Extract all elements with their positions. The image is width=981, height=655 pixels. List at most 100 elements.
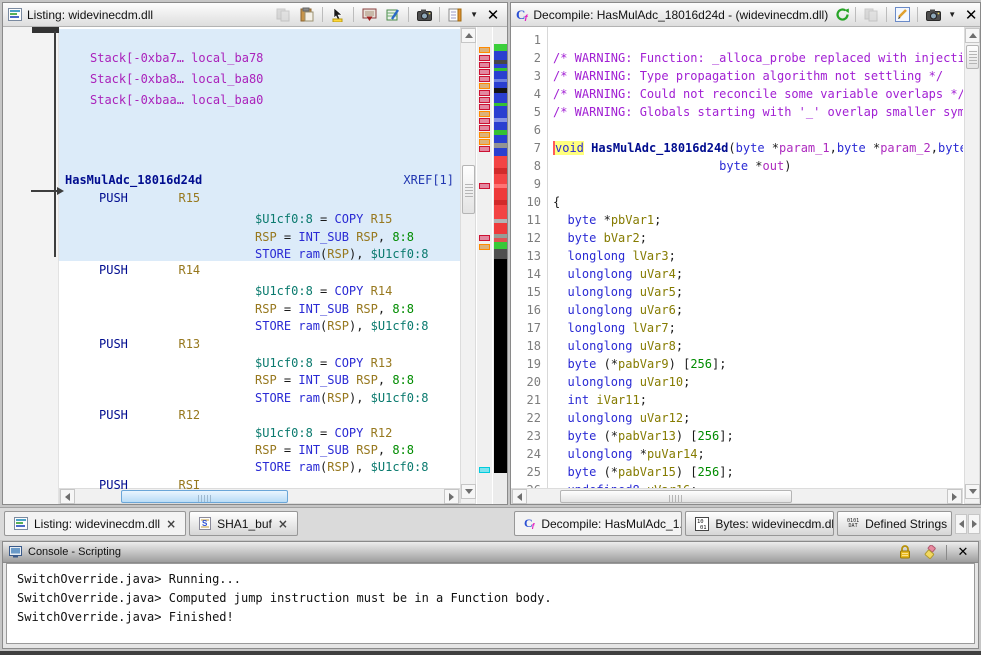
orange-marker[interactable]	[479, 47, 490, 53]
red-marker[interactable]	[479, 146, 490, 152]
listing-line[interactable]: STORE ram(RSP), $U1cf0:8	[255, 460, 428, 475]
decompile-line[interactable]: ulonglong *puVar14;	[553, 447, 963, 462]
overview-stripe[interactable]	[494, 188, 507, 200]
overview-stripe[interactable]	[494, 93, 507, 103]
overview-stripe[interactable]	[494, 106, 507, 118]
orange-marker[interactable]	[479, 111, 490, 117]
decompile-line[interactable]: byte *pbVar1;	[553, 213, 963, 228]
orange-marker[interactable]	[479, 244, 490, 250]
overview-stripe[interactable]	[494, 242, 507, 249]
clear-console-icon[interactable]	[921, 543, 939, 561]
close-icon[interactable]: ✕	[962, 6, 980, 24]
listing-line[interactable]: STORE ram(RSP), $U1cf0:8	[255, 247, 428, 262]
decompile-line[interactable]: longlong lVar7;	[553, 321, 963, 336]
decompile-line[interactable]	[553, 177, 963, 192]
pcode-edit-icon[interactable]	[384, 6, 402, 24]
decompile-line[interactable]: ulonglong uVar10;	[553, 375, 963, 390]
red-marker[interactable]	[479, 235, 490, 241]
decompile-line[interactable]: ulonglong uVar6;	[553, 303, 963, 318]
listing-content[interactable]: Stack[-0xba7… local_ba78Stack[-0xba8… lo…	[59, 27, 460, 504]
overview-stripe[interactable]	[494, 156, 507, 168]
listing-line[interactable]: PUSH R12	[99, 408, 200, 423]
listing-line[interactable]: PUSH R13	[99, 337, 200, 352]
tab-bytes-widevinecdm-dll[interactable]: 1001Bytes: widevinecdm.dll×	[685, 511, 834, 536]
listing-line[interactable]: $U1cf0:8 = COPY R14	[255, 284, 392, 299]
decompile-line[interactable]: byte *out)	[553, 159, 963, 174]
scroll-up-icon[interactable]	[461, 28, 476, 43]
snapshot-camera-icon[interactable]	[924, 6, 942, 24]
decompile-line[interactable]: byte (*pabVar13) [256];	[553, 429, 963, 444]
edit-pencil-icon[interactable]	[893, 6, 911, 24]
overview-stripe[interactable]	[494, 122, 507, 130]
tab-sha1-buf[interactable]: SSHA1_buf×	[189, 511, 298, 536]
decompile-code[interactable]: 12/* WARNING: Function: _alloca_probe re…	[511, 27, 963, 488]
refresh-icon[interactable]	[835, 7, 850, 22]
red-marker[interactable]	[479, 97, 490, 103]
tab-close-icon[interactable]: ×	[166, 517, 176, 531]
scroll-lock-icon[interactable]	[896, 543, 914, 561]
decompile-line[interactable]: longlong lVar3;	[553, 249, 963, 264]
hscroll-thumb[interactable]	[560, 490, 792, 503]
decompile-line[interactable]: /* WARNING: Function: _alloca_probe repl…	[553, 51, 963, 66]
listing-line[interactable]: RSP = INT_SUB RSP, 8:8	[255, 443, 414, 458]
cyan-marker[interactable]	[479, 467, 490, 473]
listing-line[interactable]: HasMulAdc_18016d24d	[65, 173, 202, 188]
vscroll-thumb[interactable]	[462, 165, 475, 214]
scroll-right-icon[interactable]	[947, 489, 962, 504]
scroll-down-icon[interactable]	[461, 484, 476, 499]
tab-scroll-left-icon[interactable]	[955, 514, 967, 534]
red-marker[interactable]	[479, 90, 490, 96]
decompile-vscrollbar[interactable]	[964, 27, 980, 504]
orange-marker[interactable]	[479, 83, 490, 89]
tab-defined-strings[interactable]: 0101DATDefined Strings×	[837, 511, 952, 536]
orange-marker[interactable]	[479, 139, 490, 145]
listing-line[interactable]: STORE ram(RSP), $U1cf0:8	[255, 319, 428, 334]
decompile-hscrollbar[interactable]	[511, 488, 963, 504]
paste-icon[interactable]	[298, 6, 316, 24]
copy-icon[interactable]	[862, 6, 880, 24]
decompile-line[interactable]: byte bVar2;	[553, 231, 963, 246]
listing-line[interactable]: PUSH R14	[99, 263, 200, 278]
decompile-line[interactable]	[553, 123, 963, 138]
red-marker[interactable]	[479, 104, 490, 110]
scroll-right-icon[interactable]	[444, 489, 459, 504]
red-marker[interactable]	[479, 69, 490, 75]
overview-stripe[interactable]	[494, 71, 507, 79]
listing-line[interactable]: Stack[-0xba7… local_ba78	[90, 51, 263, 66]
scroll-left-icon[interactable]	[512, 489, 527, 504]
decompile-line[interactable]: ulonglong uVar5;	[553, 285, 963, 300]
listing-line[interactable]: RSP = INT_SUB RSP, 8:8	[255, 230, 414, 245]
bookmark-marker-margin[interactable]	[477, 27, 492, 504]
red-marker[interactable]	[479, 76, 490, 82]
overview-stripe[interactable]	[494, 174, 507, 184]
overview-stripe[interactable]	[494, 51, 507, 60]
xref-label[interactable]: XREF[1]	[403, 173, 454, 188]
scroll-down-icon[interactable]	[965, 484, 980, 499]
red-marker[interactable]	[479, 183, 490, 189]
listing-line[interactable]: Stack[-0xbaa… local_baa0	[90, 93, 263, 108]
chevron-down-icon[interactable]: ▼	[470, 10, 478, 19]
red-marker[interactable]	[479, 118, 490, 124]
decompile-line[interactable]: ulonglong uVar4;	[553, 267, 963, 282]
overview-stripe[interactable]	[494, 148, 507, 156]
close-icon[interactable]: ✕	[484, 6, 502, 24]
decompile-line[interactable]: /* WARNING: Type propagation algorithm n…	[553, 69, 963, 84]
orange-marker[interactable]	[479, 132, 490, 138]
decompile-line[interactable]: {	[553, 195, 963, 210]
tab-close-icon[interactable]: ×	[278, 517, 288, 531]
decompile-line[interactable]: byte (*pabVar15) [256];	[553, 465, 963, 480]
overview-stripe[interactable]	[494, 223, 507, 234]
decompile-line[interactable]: byte (*pabVar9) [256];	[553, 357, 963, 372]
listing-line[interactable]: PUSH RSI	[99, 478, 200, 493]
red-marker[interactable]	[479, 55, 490, 61]
decompile-view[interactable]: 12/* WARNING: Function: _alloca_probe re…	[511, 27, 980, 504]
close-icon[interactable]: ✕	[954, 543, 972, 561]
copy-icon[interactable]	[274, 6, 292, 24]
scroll-up-icon[interactable]	[965, 28, 980, 43]
decompile-line[interactable]: ulonglong uVar12;	[553, 411, 963, 426]
listing-line[interactable]: PUSH R15	[99, 191, 200, 206]
decompile-line[interactable]: ulonglong uVar8;	[553, 339, 963, 354]
vscroll-thumb[interactable]	[966, 45, 979, 69]
scroll-left-icon[interactable]	[60, 489, 75, 504]
snapshot-camera-icon[interactable]	[415, 6, 433, 24]
